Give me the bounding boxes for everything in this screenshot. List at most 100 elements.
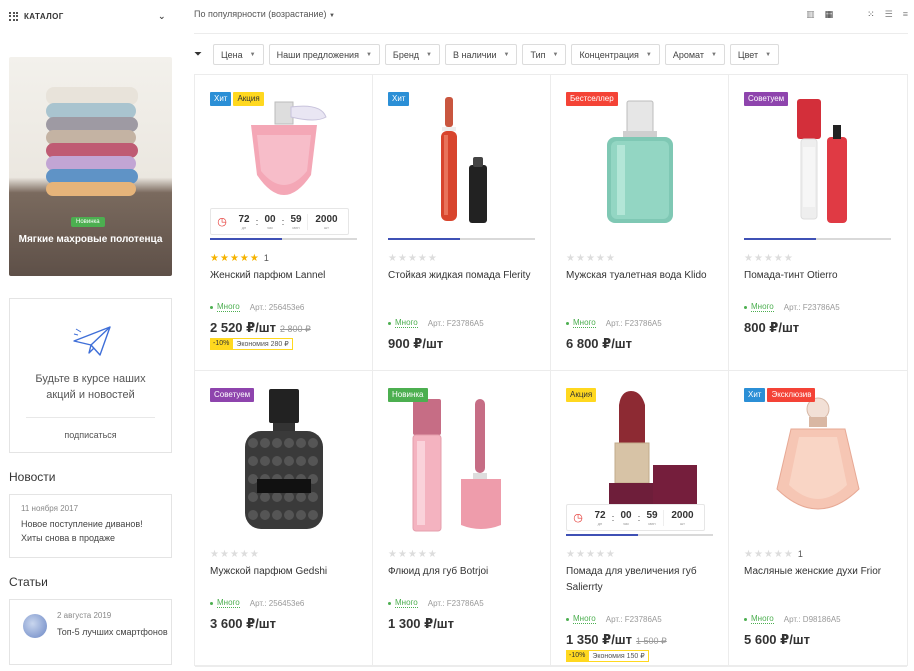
price-value: 900 ₽/шт (388, 336, 444, 351)
product-card[interactable]: Хит ★★★★★ Стойкая жидкая помада Flerity Мно… (373, 75, 551, 371)
star-icon: ★ (249, 253, 260, 264)
news-date: 11 ноября 2017 (21, 504, 79, 513)
product-grid: Хит Акция ◷ 72 дн:00 час:59 мин 2000 шт ★★★★★ 1 Жен… (194, 74, 908, 667)
star-icon: ★ (753, 253, 764, 264)
compact-view-icon[interactable]: ▦ (825, 9, 834, 19)
articles-title[interactable]: Статьи (9, 575, 48, 589)
filter-4[interactable]: Тип ▼ (522, 44, 567, 65)
timer-cell: 72 дн (233, 214, 255, 230)
image-slider-indicator[interactable] (744, 238, 891, 240)
filter-2[interactable]: Бренд ▼ (384, 44, 440, 65)
product-name[interactable]: Помада для увеличения губ Salierrty (566, 564, 716, 596)
product-name[interactable]: Флюид для губ Botrjoi (388, 564, 538, 580)
quantity-unit: шт (323, 224, 330, 230)
product-image[interactable] (729, 85, 907, 240)
review-count: 1 (797, 549, 803, 559)
stock-status[interactable]: Много (395, 318, 418, 328)
stock-status[interactable]: Много (573, 318, 596, 328)
stock-status[interactable]: Много (751, 614, 774, 624)
product-card[interactable]: Советуем ★★★★★ Мужской парфюм Gedshi Много А… (195, 371, 373, 667)
filter-icon[interactable]: ⏷ (194, 49, 202, 60)
product-card[interactable]: Хит Эксклюзив ★★★★★ 1 Масляные женские духи … (729, 371, 907, 667)
timer-value: 59 (290, 213, 302, 225)
filter-1[interactable]: Наши предложения ▼ (268, 44, 380, 65)
image-slider-indicator[interactable] (210, 238, 357, 240)
tile-view-icon[interactable]: ⁙ (867, 9, 875, 19)
product-image[interactable] (551, 85, 729, 240)
filter-3[interactable]: В наличии ▼ (445, 44, 518, 65)
discount-percent: -10% (210, 338, 233, 350)
promo-banner[interactable]: Новинка Мягкие махровые полотенца (9, 57, 172, 276)
product-image[interactable] (729, 381, 907, 536)
news-item[interactable]: 11 ноября 2017 Новое поступление диванов… (9, 494, 172, 558)
countdown-timer: ◷ 72 дн:00 час:59 мин 2000 шт (210, 208, 349, 235)
star-icon: ★ (773, 253, 784, 264)
clock-icon: ◷ (217, 216, 227, 228)
filter-label: Бренд (392, 49, 420, 60)
product-card[interactable]: Хит Акция ◷ 72 дн:00 час:59 мин 2000 шт ★★★★★ 1 Жен… (195, 75, 373, 371)
product-card[interactable]: Советуем ★★★★★ Помада-тинт Otierro Много Арт… (729, 75, 907, 371)
product-name[interactable]: Стойкая жидкая помада Flerity (388, 268, 538, 284)
timer-cell: 59 мин (285, 214, 307, 230)
badge: Хит (388, 92, 410, 106)
product-image[interactable] (373, 381, 551, 536)
filter-5[interactable]: Концентрация ▼ (571, 44, 660, 65)
article-number: Арт.: F23786A5 (605, 614, 662, 624)
star-icon: ★ (585, 549, 596, 560)
article-item[interactable]: 2 августа 2019 Топ-5 лучших смартфонов (9, 599, 172, 665)
star-icon: ★ (249, 549, 260, 560)
stock-status[interactable]: Много (573, 614, 596, 624)
badge-group: Хит Эксклюзив (744, 388, 816, 402)
product-meta: Много Арт.: D98186A5 (744, 614, 841, 624)
product-name[interactable]: Помада-тинт Otierro (744, 268, 894, 284)
star-icon: ★ (783, 253, 794, 264)
article-text: Топ-5 лучших смартфонов (57, 627, 168, 637)
card-view-icon[interactable]: ▥ (806, 9, 815, 19)
stock-dot-icon (210, 305, 213, 309)
discount-percent: -10% (566, 650, 589, 662)
stock-status[interactable]: Много (395, 598, 418, 608)
discount-info: -10% Экономия 280 ₽ (210, 338, 293, 350)
product-card[interactable]: Акция ◷ 72 дн:00 час:59 мин 2000 шт ★★★★★ Помада … (551, 371, 729, 667)
product-name[interactable]: Мужская туалетная вода Klido (566, 268, 716, 284)
rating-stars: ★★★★★ 1 (210, 253, 269, 264)
product-meta: Много Арт.: 256453e6 (210, 302, 304, 312)
badge: Советуем (744, 92, 789, 106)
star-icon: ★ (773, 549, 784, 560)
product-price: 1 300 ₽/шт (388, 616, 454, 632)
list-view-icon[interactable]: ☰ (885, 9, 893, 19)
sidebar: КАТАЛОГ ⌄ Новинка Мягкие махровые полоте… (9, 0, 172, 671)
filter-label: Цвет (737, 49, 759, 60)
product-name[interactable]: Масляные женские духи Frior (744, 564, 894, 580)
star-icon: ★ (605, 549, 616, 560)
stock-status[interactable]: Много (751, 302, 774, 312)
image-slider-indicator[interactable] (566, 534, 713, 536)
image-slider-indicator[interactable] (388, 238, 535, 240)
filter-0[interactable]: Цена ▼ (213, 44, 264, 65)
star-icon: ★ (575, 253, 586, 264)
product-meta: Много Арт.: F23786A5 (566, 614, 662, 624)
product-image[interactable] (373, 85, 551, 240)
timer-unit: час (622, 520, 630, 526)
subscribe-link[interactable]: подписаться (10, 430, 171, 440)
filter-6[interactable]: Аромат ▼ (664, 44, 725, 65)
news-title[interactable]: Новости (9, 470, 55, 484)
product-card[interactable]: Новинка ★★★★★ Флюид для губ Botrjoi Много Ар… (373, 371, 551, 667)
star-icon: ★ (753, 549, 764, 560)
countdown-timer: ◷ 72 дн:00 час:59 мин 2000 шт (566, 504, 705, 531)
stock-status[interactable]: Много (217, 598, 240, 608)
product-image[interactable] (195, 381, 373, 536)
product-name[interactable]: Женский парфюм Lannel (210, 268, 360, 284)
product-card[interactable]: Бестселлер ★★★★★ Мужская туалетная вода Kl… (551, 75, 729, 371)
star-icon: ★ (407, 549, 418, 560)
sort-dropdown[interactable]: По популярности (возрастание) ▼ (194, 9, 335, 19)
rating-stars: ★★★★★ 1 (744, 549, 803, 560)
filter-7[interactable]: Цвет ▼ (729, 44, 780, 65)
catalog-toggle[interactable]: КАТАЛОГ ⌄ (9, 0, 172, 32)
discount-amount: Экономия 280 ₽ (232, 338, 293, 350)
stock-dot-icon (566, 321, 569, 325)
star-icon: ★ (407, 253, 418, 264)
product-name[interactable]: Мужской парфюм Gedshi (210, 564, 360, 580)
stock-status[interactable]: Много (217, 302, 240, 312)
table-view-icon[interactable]: ≡ (903, 9, 908, 19)
